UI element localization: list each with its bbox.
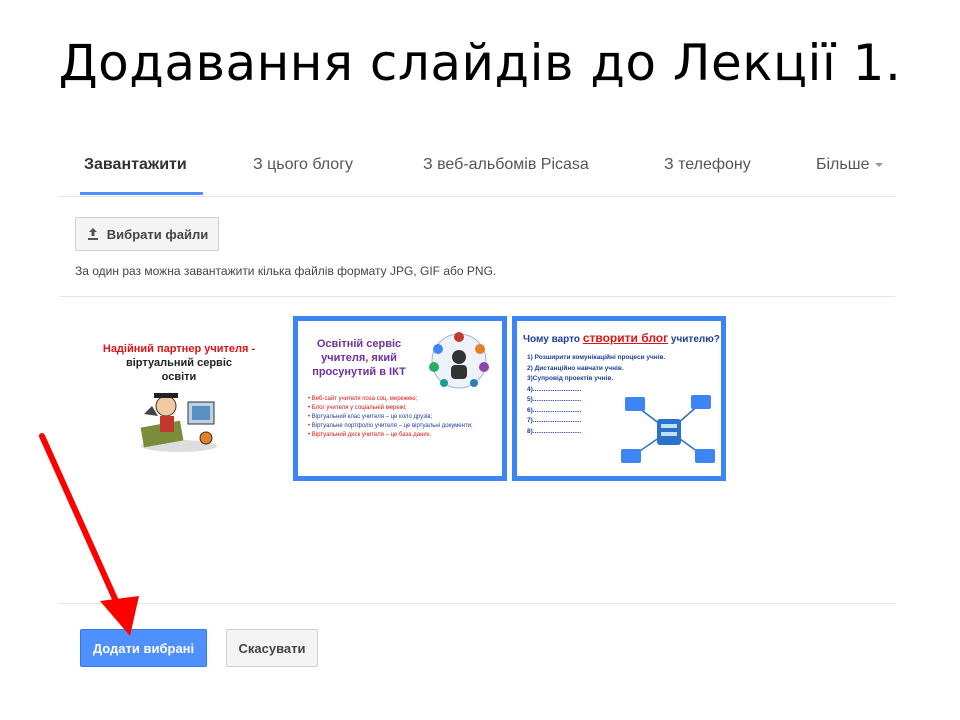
thumb2-item: Веб-сайт учителя поза соц. мережею; bbox=[308, 395, 498, 404]
divider bbox=[60, 296, 895, 297]
cancel-button[interactable]: Скасувати bbox=[226, 629, 318, 667]
tab-phone[interactable]: З телефону bbox=[664, 156, 751, 174]
thumb2-item: Віртуальний клас учителя – це коло друзі… bbox=[308, 413, 498, 422]
slide-thumbnail-2[interactable]: Освітній сервіс учителя, який просунутий… bbox=[293, 316, 507, 481]
thumb2-item: Віртуальний диск учителя – це база даних… bbox=[308, 431, 498, 440]
upload-hint: За один раз можна завантажити кілька фай… bbox=[75, 264, 497, 278]
active-tab-indicator bbox=[80, 192, 203, 195]
tab-more[interactable]: Більше bbox=[816, 156, 884, 174]
chevron-down-icon bbox=[875, 162, 884, 167]
choose-files-button[interactable]: Вибрати файли bbox=[75, 217, 219, 251]
thumb1-line2: віртуальний сервіс bbox=[125, 357, 232, 369]
thumb3-item: 3)Супровід проектів учнів. bbox=[527, 375, 614, 382]
slide-thumbnail-3[interactable]: Чому варто створити блог учителю? 1) Роз… bbox=[512, 316, 726, 481]
server-network-icon bbox=[621, 395, 715, 463]
divider bbox=[60, 603, 895, 604]
upload-dialog: Завантажити З цього блогу З веб-альбомів… bbox=[60, 140, 895, 680]
upload-icon bbox=[87, 228, 98, 240]
tab-bar: Завантажити З цього блогу З веб-альбомів… bbox=[60, 140, 895, 197]
slide-thumbnail-1[interactable]: Надійний партнер учителя - віртуальний с… bbox=[84, 316, 274, 481]
slide-title: Додавання слайдів до Лекції 1. bbox=[58, 34, 902, 92]
tab-upload[interactable]: Завантажити bbox=[84, 156, 187, 174]
thumb1-text: Надійний партнер учителя - віртуальний с… bbox=[84, 342, 274, 384]
thumb2-title: Освітній сервіс учителя, який просунутий… bbox=[312, 338, 406, 378]
thumb3-title-post: учителю? bbox=[670, 334, 720, 345]
thumb3-item: 2) Дистанційно навчати учнів. bbox=[527, 364, 624, 372]
thumb3-title-pre: Чому варто bbox=[523, 334, 581, 345]
thumb2-item: Віртуальне портфоліо учителя – це віртуа… bbox=[308, 422, 498, 431]
network-people-icon bbox=[429, 332, 489, 389]
teacher-cartoon-icon bbox=[140, 393, 217, 452]
thumb2-item: Блог учителя у соціальній мережі; bbox=[308, 404, 498, 413]
thumb3-item: 1) Розширити комунікаційні процеси учнів… bbox=[527, 354, 666, 361]
thumb2-list: Веб-сайт учителя поза соц. мережею; Блог… bbox=[308, 395, 498, 440]
thumb3-title-highlight: створити блог bbox=[582, 331, 669, 345]
thumb1-line1: Надійний партнер учителя - bbox=[102, 343, 256, 355]
tab-more-label: Більше bbox=[816, 156, 870, 173]
thumb3-title: Чому варто створити блог учителю? bbox=[523, 331, 720, 345]
add-selected-button[interactable]: Додати вибрані bbox=[80, 629, 207, 667]
thumb1-line3: освіти bbox=[161, 371, 197, 383]
choose-files-label: Вибрати файли bbox=[106, 226, 209, 242]
tab-picasa[interactable]: З веб-альбомів Picasa bbox=[423, 156, 589, 174]
tab-from-blog[interactable]: З цього блогу bbox=[253, 156, 353, 174]
